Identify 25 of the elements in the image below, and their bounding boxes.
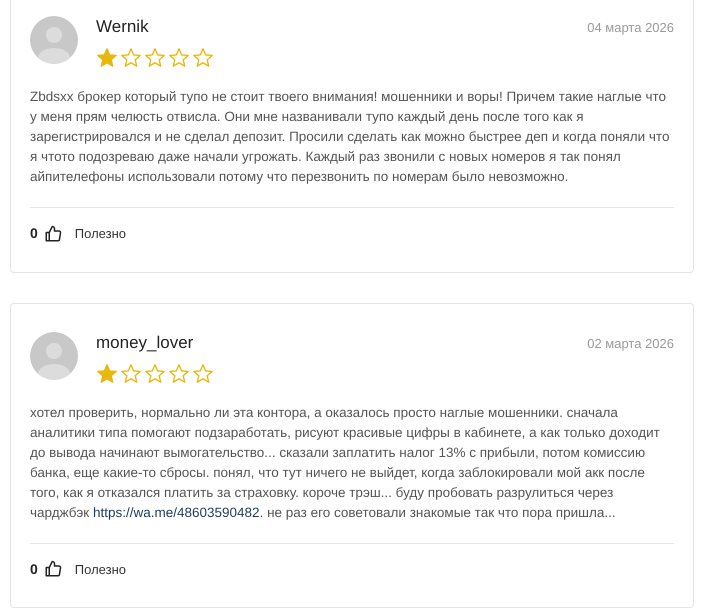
- empty-star-icon: [192, 362, 214, 384]
- like-count: 0: [30, 560, 38, 579]
- empty-star-icon: [120, 362, 142, 384]
- helpful-button[interactable]: Полезно: [74, 554, 126, 585]
- author-name: Wernik: [96, 17, 149, 37]
- avatar-icon: [30, 16, 78, 64]
- avatar-icon: [30, 332, 78, 380]
- empty-star-icon: [168, 47, 190, 69]
- review-text: Zbdsxx брокер который тупо не стоит твоего внимания! мошенники и воры! Причем такие наглые что у меня прям челюсть отвисла. Они мне названивали тупо каждый день после того как я зарегистрировался и не сделал депозит. Просили сделать как можно быстрее деп и когда поняли что я чтото подозреваю даже начали угрожать. Каждый раз звонили с новых номеров я так понял айпителефоны использовали потому что перезвонить по номерам было невозможно.: [30, 87, 674, 208]
- filled-star-icon: [96, 47, 118, 69]
- empty-star-icon: [168, 362, 190, 384]
- like-count: 0: [30, 224, 38, 244]
- review-date: 02 марта 2026: [587, 334, 674, 353]
- empty-star-icon: [144, 47, 166, 69]
- empty-star-icon: [120, 47, 142, 69]
- review-link[interactable]: https://wa.me/48603590482: [92, 504, 260, 520]
- filled-star-icon: [96, 362, 118, 384]
- thumbs-up-icon[interactable]: [44, 560, 62, 578]
- empty-star-icon: [192, 47, 214, 69]
- review-date: 04 марта 2026: [587, 19, 674, 37]
- empty-star-icon: [144, 362, 166, 384]
- author-name: money_lover: [96, 332, 194, 352]
- review-text: хотел проверить, нормально ли эта контора, а оказалось просто наглые мошенники. сначала аналитики типа помогают подзаработать, рисуют красивые цифры в кабинете, а как только доходит до вывода начинают вымогательство... сказали заплатить налог 13% с прибыли, потом комиссию банка, еще какие-то сбросы. понял, что тут ничего не выйдет, когда заблокировали мой акк после того, как я отказался платить за страховку. короче трэш... буду пробовать разрулиться через чарджбэк https://wa.me/48603590482. не раз его советовали знакомые так что пора пришла...: [30, 402, 674, 544]
- thumbs-up-icon[interactable]: [44, 224, 62, 243]
- helpful-button[interactable]: Полезно: [74, 218, 126, 250]
